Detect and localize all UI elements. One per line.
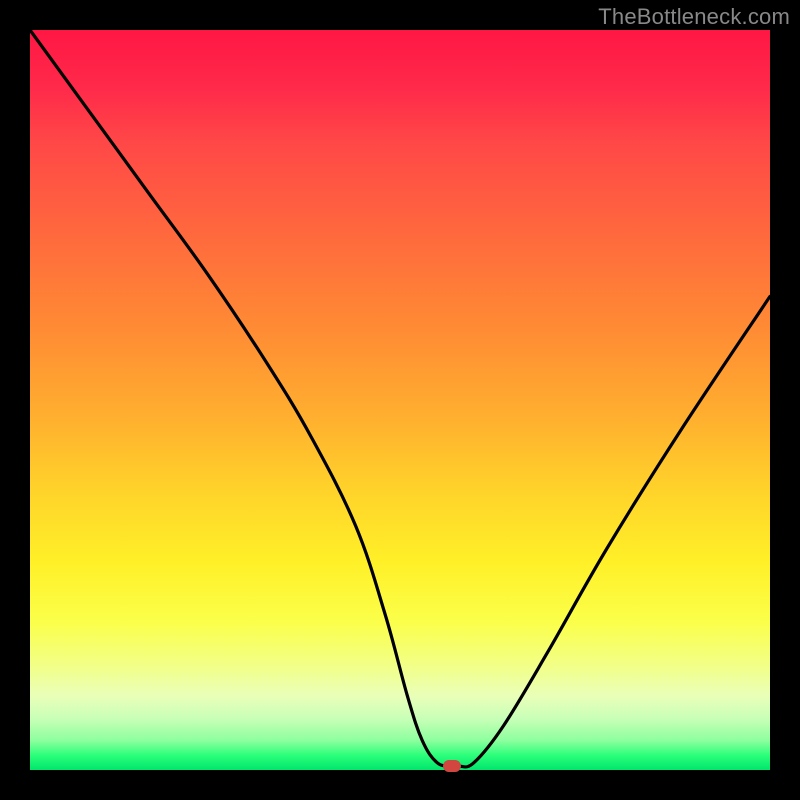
plot-area bbox=[30, 30, 770, 770]
watermark-text: TheBottleneck.com bbox=[598, 4, 790, 30]
optimal-point-marker bbox=[443, 760, 461, 772]
curve-path bbox=[30, 30, 770, 767]
chart-frame: TheBottleneck.com bbox=[0, 0, 800, 800]
bottleneck-curve bbox=[30, 30, 770, 770]
